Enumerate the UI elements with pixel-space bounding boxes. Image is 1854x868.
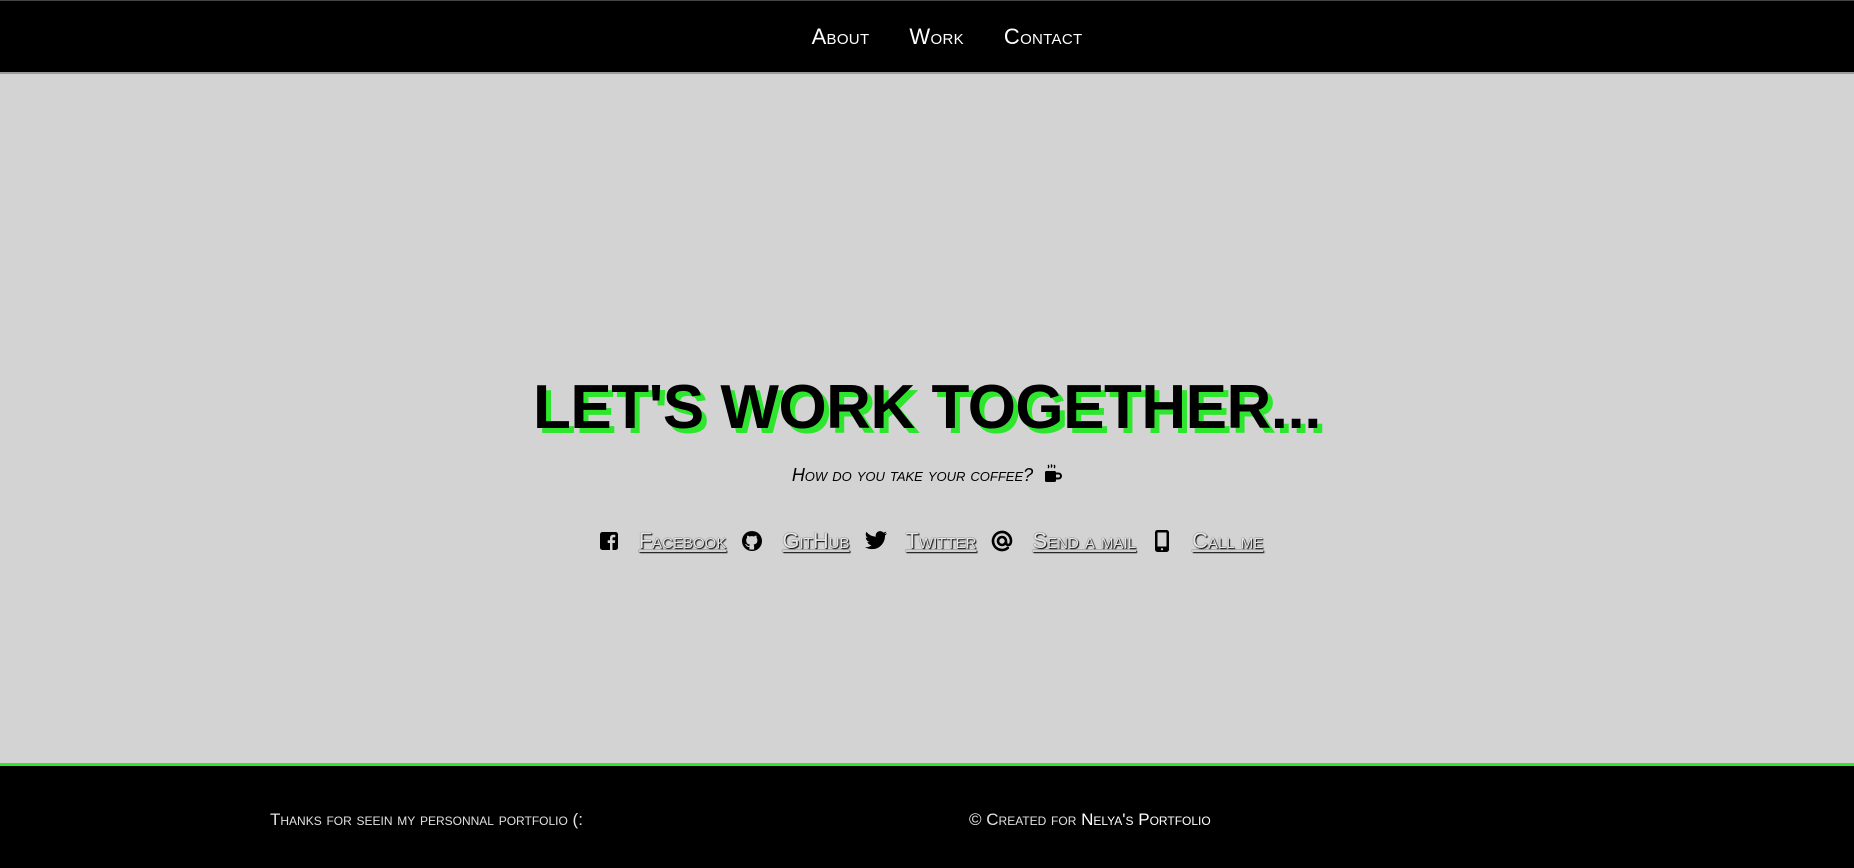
facebook-icon (597, 529, 621, 553)
nav-link-about[interactable]: About (812, 24, 870, 50)
hero-subtitle-text: How do you take your coffee? (791, 465, 1034, 485)
github-link[interactable]: GitHub (740, 528, 850, 554)
twitter-icon (864, 529, 888, 553)
footer-brand-link[interactable]: Nelya's Portfolio (1081, 810, 1211, 829)
twitter-link[interactable]: Twitter (864, 528, 977, 554)
at-icon (990, 529, 1014, 553)
phone-link[interactable]: Call me (1150, 528, 1263, 554)
top-nav: About Work Contact (0, 0, 1854, 72)
github-label: GitHub (782, 528, 850, 553)
page-title: LET'S WORK TOGETHER... (533, 373, 1321, 442)
footer-credit-prefix: © Created for (969, 810, 1077, 829)
footer: Thanks for seein my personnal portfolio … (0, 763, 1854, 868)
nav-link-contact[interactable]: Contact (1004, 24, 1083, 50)
social-links: Facebook GitHub Twitter Send a mail Call… (0, 528, 1854, 554)
footer-credit: © Created for Nelya's Portfolio (969, 810, 1211, 830)
email-link[interactable]: Send a mail (990, 528, 1136, 554)
phone-label: Call me (1192, 528, 1264, 553)
nav-link-work[interactable]: Work (909, 24, 963, 50)
hero-subtitle: How do you take your coffee? (0, 464, 1854, 489)
nav-list: About Work Contact (0, 1, 1854, 73)
email-label: Send a mail (1032, 528, 1137, 553)
contact-section: LET'S WORK TOGETHER... How do you take y… (0, 74, 1854, 764)
coffee-icon (1044, 464, 1063, 489)
twitter-label: Twitter (905, 528, 977, 553)
mobile-phone-icon (1150, 529, 1174, 553)
github-icon (740, 529, 764, 553)
footer-thanks: Thanks for seein my personnal portfolio … (270, 810, 583, 829)
facebook-link[interactable]: Facebook (597, 528, 727, 554)
facebook-label: Facebook (638, 528, 727, 553)
